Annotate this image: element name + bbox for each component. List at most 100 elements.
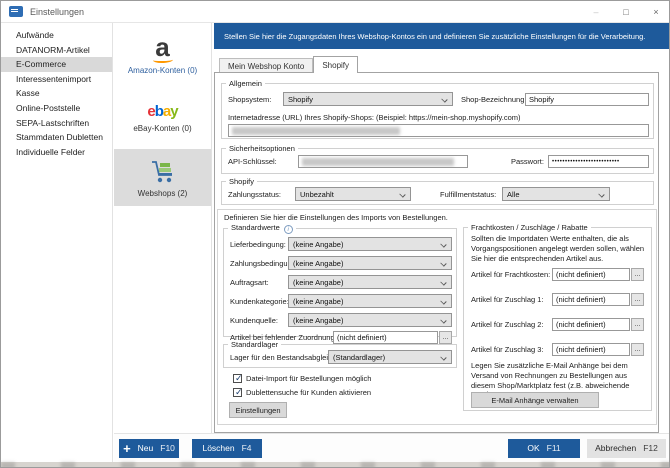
einstellungen-button[interactable]: Einstellungen: [229, 402, 287, 418]
auftragsart-select[interactable]: (keine Angabe): [288, 275, 452, 289]
shop-url-label: Internetadresse (URL) Ihres Shopify-Shop…: [228, 113, 521, 122]
checkmark-icon: ✓: [235, 373, 243, 383]
api-schluessel-input[interactable]: [298, 155, 468, 168]
amazon-accounts-item[interactable]: a Amazon-Konten (0): [114, 23, 211, 83]
webshops-item[interactable]: Webshops (2): [114, 149, 211, 206]
maximize-icon[interactable]: □: [611, 1, 641, 22]
close-icon[interactable]: ×: [641, 1, 669, 22]
browse-zuschlag3-button[interactable]: ...: [631, 343, 644, 356]
passwort-label: Passwort:: [511, 157, 544, 166]
background-app-strip: [1, 462, 669, 467]
chevron-down-icon: [441, 96, 448, 103]
zahlungsstatus-label: Zahlungsstatus:: [228, 189, 281, 199]
kundenquelle-label: Kundenquelle:: [230, 315, 278, 325]
group-frachtkosten-legend: Frachtkosten / Zuschläge / Rabatte: [471, 223, 588, 232]
tab-mein-webshop-konto[interactable]: Mein Webshop Konto: [219, 58, 314, 73]
redacted-url-value: [232, 126, 400, 135]
ok-button[interactable]: OK F11: [508, 438, 580, 458]
sidebar-item-datanorm[interactable]: DATANORM-Artikel: [1, 43, 112, 58]
settings-window: Einstellungen – □ × Aufwände DATANORM-Ar…: [0, 0, 670, 468]
chevron-down-icon: [440, 260, 447, 267]
chevron-down-icon: [399, 191, 406, 198]
chevron-down-icon: [440, 317, 447, 324]
ebay-accounts-item[interactable]: ebay eBay-Konten (0): [114, 97, 211, 141]
group-sicherheitsoptionen: Sicherheitsoptionen API-Schlüssel: Passw…: [221, 144, 654, 174]
account-type-panel: a Amazon-Konten (0) ebay eBay-Konten (0)…: [114, 23, 212, 433]
app-icon: [9, 6, 23, 17]
sidebar-item-kasse[interactable]: Kasse: [1, 86, 112, 101]
datei-import-checkbox-row[interactable]: ✓ Datei-Import für Bestellungen möglich: [233, 373, 371, 383]
group-allgemein: Allgemein Shopsystem: Shopify Shop-Bezei…: [221, 79, 654, 139]
group-shopify-status: Shopify Zahlungsstatus: Unbezahlt Fulfil…: [221, 177, 654, 205]
shopsystem-select[interactable]: Shopify: [283, 92, 453, 106]
webshop-tabs: Mein Webshop Konto Shopify: [219, 56, 359, 73]
neu-button[interactable]: + Neu F10: [119, 438, 179, 458]
fulfillmentstatus-select[interactable]: Alle: [502, 187, 610, 201]
dublettensuche-checkbox-row[interactable]: ✓ Dublettensuche für Kunden aktivieren: [233, 387, 372, 397]
artikel-zuschlag3-input[interactable]: (nicht definiert): [552, 343, 630, 356]
group-shopify-status-legend: Shopify: [229, 177, 255, 186]
ebay-accounts-label: eBay-Konten (0): [133, 124, 192, 133]
browse-zuschlag1-button[interactable]: ...: [631, 293, 644, 306]
group-standardlager-legend: Standardlager: [231, 340, 279, 349]
lieferbedingung-select[interactable]: (keine Angabe): [288, 237, 452, 251]
shop-bezeichnung-input[interactable]: Shopify: [525, 92, 649, 106]
checkbox-checked[interactable]: ✓: [233, 387, 243, 397]
artikel-frachtkosten-input[interactable]: (nicht definiert): [552, 268, 630, 281]
sidebar-item-ecommerce[interactable]: E-Commerce: [1, 57, 112, 72]
webshops-label: Webshops (2): [137, 189, 188, 198]
chevron-down-icon: [440, 298, 447, 305]
redacted-api-key-value: [302, 157, 454, 166]
shopsystem-label: Shopsystem:: [228, 94, 272, 104]
group-standardlager: Standardlager Lager für den Bestandsabgl…: [223, 340, 457, 368]
window-title: Einstellungen: [30, 6, 85, 17]
group-allgemein-legend: Allgemein: [229, 79, 262, 88]
amazon-icon: a: [152, 34, 173, 63]
artikel-zuschlag1-label: Artikel für Zuschlag 1:: [471, 295, 544, 304]
abbrechen-button[interactable]: Abbrechen F12: [587, 438, 666, 458]
window-controls: – □ ×: [581, 1, 669, 22]
chevron-down-icon: [598, 191, 605, 198]
artikel-zuschlag1-input[interactable]: (nicht definiert): [552, 293, 630, 306]
info-banner: Stellen Sie hier die Zugangsdaten Ihres …: [214, 23, 669, 49]
minimize-icon[interactable]: –: [581, 1, 611, 22]
chevron-down-icon: [440, 241, 447, 248]
passwort-input[interactable]: ••••••••••••••••••••••••••: [548, 155, 649, 168]
fulfillmentstatus-label: Fulfillmentstatus:: [440, 189, 497, 199]
browse-frachtkosten-button[interactable]: ...: [631, 268, 644, 281]
ebay-icon: ebay: [147, 103, 178, 120]
lager-bestandsabgleich-select[interactable]: (Standardlager): [328, 350, 452, 364]
zahlungsbedingung-label: Zahlungsbedingung:: [230, 258, 288, 268]
kundenquelle-select[interactable]: (keine Angabe): [288, 313, 452, 327]
sidebar-item-stammdaten-dubletten[interactable]: Stammdaten Dubletten: [1, 130, 112, 145]
info-icon[interactable]: i: [283, 225, 293, 234]
sidebar-item-individuelle-felder[interactable]: Individuelle Felder: [1, 145, 112, 160]
zahlungsbedingung-select[interactable]: (keine Angabe): [288, 256, 452, 270]
amazon-accounts-label: Amazon-Konten (0): [127, 66, 198, 75]
sidebar-item-online-poststelle[interactable]: Online-Poststelle: [1, 101, 112, 116]
checkbox-checked[interactable]: ✓: [233, 373, 243, 383]
kundenkategorie-label: Kundenkategorie:: [230, 296, 288, 306]
titlebar: Einstellungen – □ ×: [1, 1, 669, 23]
loeschen-button[interactable]: Löschen F4: [192, 438, 262, 458]
chevron-down-icon: [440, 279, 447, 286]
artikel-zuschlag2-label: Artikel für Zuschlag 2:: [471, 320, 544, 329]
dublettensuche-label: Dublettensuche für Kunden aktivieren: [246, 388, 372, 397]
shop-url-input[interactable]: [228, 124, 649, 137]
sidebar-item-aufwaende[interactable]: Aufwände: [1, 28, 112, 43]
email-anhaenge-button[interactable]: E-Mail Anhänge verwalten: [471, 392, 599, 408]
sidebar-item-interessentenimport[interactable]: Interessentenimport: [1, 72, 112, 87]
group-sicherheitsoptionen-legend: Sicherheitsoptionen: [229, 144, 295, 153]
plus-icon: +: [123, 440, 131, 456]
kundenkategorie-select[interactable]: (keine Angabe): [288, 294, 452, 308]
zahlungsstatus-select[interactable]: Unbezahlt: [295, 187, 411, 201]
artikel-frachtkosten-label: Artikel für Frachtkosten:: [471, 270, 551, 279]
shop-bezeichnung-label: Shop-Bezeichnung:: [461, 94, 527, 104]
sidebar-item-sepa[interactable]: SEPA-Lastschriften: [1, 116, 112, 131]
chevron-down-icon: [440, 354, 447, 361]
shopify-tab-panel: Allgemein Shopsystem: Shopify Shop-Bezei…: [214, 72, 659, 433]
tab-shopify[interactable]: Shopify: [313, 56, 359, 73]
artikel-zuschlag2-input[interactable]: (nicht definiert): [552, 318, 630, 331]
group-standardwerte-legend: Standardwerte i: [228, 223, 296, 234]
browse-zuschlag2-button[interactable]: ...: [631, 318, 644, 331]
